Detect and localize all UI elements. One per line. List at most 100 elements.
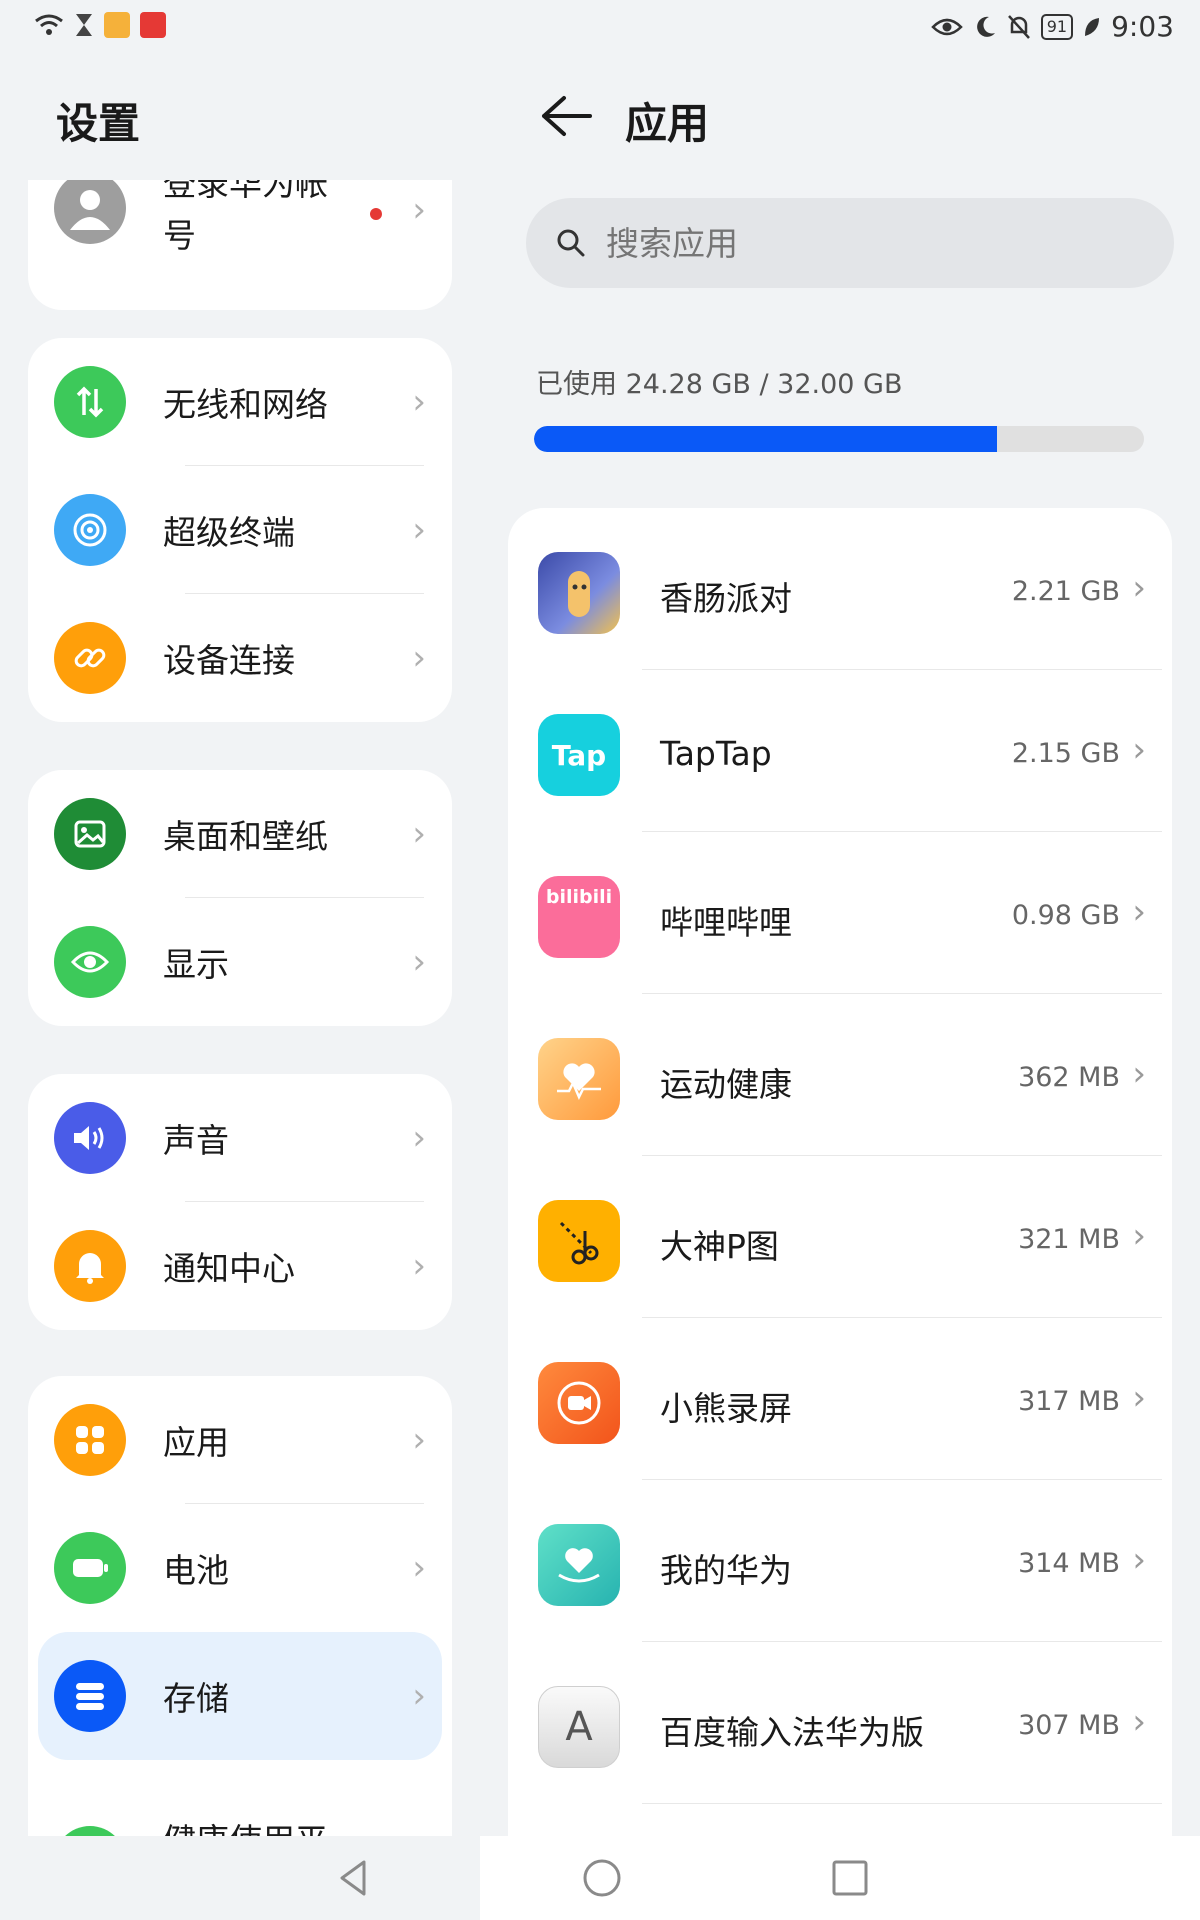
app-name: 百度输入法华为版 <box>660 1713 924 1752</box>
sidebar-item-wallpaper[interactable]: 桌面和壁纸 › <box>28 770 452 898</box>
sidebar-item-label: 应用 <box>163 1423 229 1462</box>
app-size: 0.98 GB <box>1011 900 1120 931</box>
sidebar-item-notifications[interactable]: 通知中心 › <box>28 1202 452 1330</box>
search-input[interactable] <box>606 198 1146 288</box>
sidebar-item-label: 显示 <box>163 945 229 984</box>
screen-record-icon <box>538 1362 620 1444</box>
sidebar-item-label: 存储 <box>163 1679 229 1718</box>
settings-group-device: 应用 › 电池 › 存储 › 健康使用平 <box>28 1376 452 1836</box>
account-row[interactable]: 登录华为帐 号 › <box>28 180 452 310</box>
keyboard-a-icon-text: A <box>565 1704 593 1750</box>
sidebar-item-sound[interactable]: 声音 › <box>28 1074 452 1202</box>
chevron-right-icon: › <box>412 1246 426 1286</box>
chevron-right-icon: › <box>412 1548 426 1588</box>
account-card[interactable]: 登录华为帐 号 › <box>28 180 452 310</box>
app-size: 307 MB <box>1018 1710 1120 1741</box>
super-device-icon <box>54 494 126 566</box>
app-row[interactable]: bilibili 哔哩哔哩 0.98 GB › <box>508 832 1172 994</box>
chevron-right-icon: › <box>412 814 426 854</box>
app-name: 大神P图 <box>660 1227 779 1266</box>
storage-usage-bar <box>534 426 1144 452</box>
sidebar-item-label: 超级终端 <box>163 513 295 552</box>
account-label-line1: 登录华为帐 <box>163 180 328 203</box>
storage-icon <box>54 1660 126 1732</box>
search-bar[interactable] <box>526 198 1174 288</box>
app-name: 香肠派对 <box>660 579 792 618</box>
chevron-right-icon: › <box>412 1420 426 1460</box>
storage-usage-fill <box>534 426 997 452</box>
app-size: 362 MB <box>1018 1062 1120 1093</box>
bilibili-icon: bilibili <box>538 876 620 958</box>
app-row[interactable]: 大神P图 321 MB › <box>508 1156 1172 1318</box>
chevron-right-icon: › <box>412 1676 426 1716</box>
settings-title: 设置 <box>56 99 141 148</box>
sidebar-item-health-usage[interactable]: 健康使用平 <box>28 1760 452 1836</box>
chevron-right-icon: › <box>412 1118 426 1158</box>
app-name: 哔哩哔哩 <box>660 903 792 942</box>
taptap-icon: Tap <box>538 714 620 796</box>
back-triangle-icon[interactable] <box>330 1854 378 1902</box>
chevron-right-icon: › <box>1132 892 1146 932</box>
bilibili-icon-text: bilibili <box>545 886 613 908</box>
avatar <box>54 180 126 244</box>
my-huawei-icon <box>538 1524 620 1606</box>
app-row[interactable]: 运动健康 362 MB › <box>508 994 1172 1156</box>
link-icon <box>54 622 126 694</box>
app-name: TapTap <box>660 734 772 773</box>
sidebar-item-label: 声音 <box>163 1121 229 1160</box>
settings-group-display: 桌面和壁纸 › 显示 › <box>28 770 452 1026</box>
app-row[interactable]: 我的华为 314 MB › <box>508 1480 1172 1642</box>
sidebar-item-label: 健康使用平 <box>163 1814 328 1836</box>
sidebar-item-display[interactable]: 显示 › <box>28 898 452 1026</box>
settings-list[interactable]: 登录华为帐 号 › 无线和网络 › 超级终端 › 设备连接 › 桌面和壁纸 › … <box>0 180 480 1836</box>
sidebar-item-wireless[interactable]: 无线和网络 › <box>28 338 452 466</box>
app-row[interactable]: A 百度输入法华为版 307 MB › <box>508 1642 1172 1804</box>
account-label-line2: 号 <box>163 216 196 255</box>
settings-pane: 设置 登录华为帐 号 › 无线和网络 › 超级终端 › 设备连接 › 桌面和壁纸… <box>0 0 480 1836</box>
sidebar-item-device-connection[interactable]: 设备连接 › <box>28 594 452 722</box>
sidebar-item-label: 桌面和壁纸 <box>163 817 328 856</box>
navigation-bar <box>0 1836 1200 1920</box>
app-row[interactable]: 小熊录屏 317 MB › <box>508 1318 1172 1480</box>
sidebar-item-label: 电池 <box>163 1551 229 1590</box>
chevron-right-icon: › <box>1132 1378 1146 1418</box>
settings-group-sound: 声音 › 通知中心 › <box>28 1074 452 1330</box>
app-name: 小熊录屏 <box>660 1389 792 1428</box>
app-size: 317 MB <box>1018 1386 1120 1417</box>
app-row[interactable]: 香肠派对 2.21 GB › <box>508 508 1172 670</box>
health-heart-icon <box>538 1038 620 1120</box>
apps-pane: 应用 已使用 24.28 GB / 32.00 GB 香肠派对 2.21 GB … <box>480 0 1200 1836</box>
chevron-right-icon: › <box>1132 568 1146 608</box>
app-name: 我的华为 <box>660 1551 792 1590</box>
divider <box>642 1803 1162 1804</box>
page-title: 应用 <box>625 99 710 148</box>
chevron-right-icon: › <box>412 510 426 550</box>
sidebar-item-label: 设备连接 <box>163 641 295 680</box>
search-icon <box>557 229 585 257</box>
sidebar-item-label: 通知中心 <box>163 1249 295 1288</box>
settings-group-connectivity: 无线和网络 › 超级终端 › 设备连接 › <box>28 338 452 722</box>
sidebar-item-apps[interactable]: 应用 › <box>28 1376 452 1504</box>
app-name: 运动健康 <box>660 1065 792 1104</box>
chevron-right-icon: › <box>1132 1702 1146 1742</box>
sidebar-item-label: 无线和网络 <box>163 385 328 424</box>
home-circle-icon[interactable] <box>578 1854 626 1902</box>
app-row[interactable]: Tap TapTap 2.15 GB › <box>508 670 1172 832</box>
wallpaper-icon <box>54 798 126 870</box>
chevron-right-icon: › <box>1132 1540 1146 1580</box>
storage-usage-text: 已使用 24.28 GB / 32.00 GB <box>536 369 903 400</box>
sidebar-item-storage[interactable]: 存储 › <box>38 1632 442 1760</box>
chevron-right-icon: › <box>1132 1216 1146 1256</box>
sidebar-item-battery[interactable]: 电池 › <box>28 1504 452 1632</box>
keyboard-a-icon: A <box>538 1686 620 1768</box>
speaker-icon <box>54 1102 126 1174</box>
notification-dot <box>370 208 382 220</box>
sidebar-item-super-device[interactable]: 超级终端 › <box>28 466 452 594</box>
taptap-icon-text: Tap <box>551 738 607 772</box>
recents-square-icon[interactable] <box>826 1854 874 1902</box>
back-arrow-icon[interactable] <box>538 92 594 140</box>
battery-setting-icon <box>54 1532 126 1604</box>
chevron-right-icon: › <box>1132 730 1146 770</box>
chevron-right-icon: › <box>1132 1054 1146 1094</box>
wireless-network-icon <box>54 366 126 438</box>
